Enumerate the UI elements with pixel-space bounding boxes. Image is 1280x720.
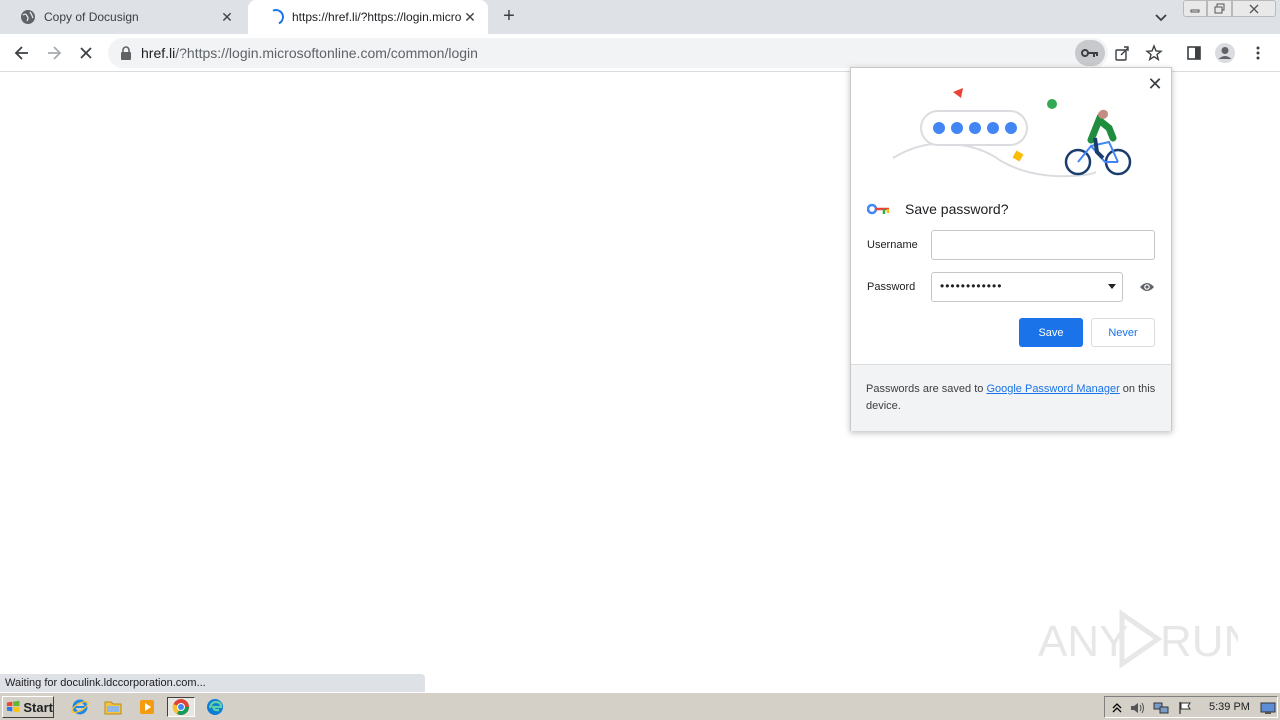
minimize-button[interactable] <box>1183 0 1207 17</box>
username-label: Username <box>867 239 918 251</box>
url-path: /?https://login.microsoftonline.com/comm… <box>175 45 478 61</box>
watermark-text-left: ANY <box>1038 617 1128 666</box>
password-illustration <box>892 88 1132 178</box>
password-value: •••••••••••• <box>940 279 1003 293</box>
never-button[interactable]: Never <box>1091 318 1155 347</box>
start-label: Start <box>23 699 53 715</box>
url-text[interactable]: href.li/?https://login.microsoftonline.c… <box>141 45 478 61</box>
save-password-dialog: ✕ Save password? Username Password •••••… <box>850 67 1172 431</box>
share-icon <box>1115 46 1129 61</box>
loading-spinner-icon <box>265 6 287 28</box>
google-password-manager-link[interactable]: Google Password Manager <box>986 383 1119 395</box>
minimize-icon <box>1190 9 1200 12</box>
internet-explorer-icon <box>71 699 89 715</box>
speaker-icon <box>1131 702 1144 714</box>
side-panel-button[interactable] <box>1182 41 1206 65</box>
close-window-button[interactable] <box>1232 0 1276 17</box>
dialog-close-icon[interactable]: ✕ <box>1147 74 1163 94</box>
profile-avatar-icon <box>1215 43 1235 63</box>
save-button[interactable]: Save <box>1019 318 1083 347</box>
restore-button[interactable] <box>1207 0 1232 17</box>
desktop-icon <box>1260 702 1276 714</box>
new-tab-button[interactable]: + <box>498 6 520 28</box>
kebab-menu-icon <box>1256 46 1260 60</box>
url-host: href.li <box>141 45 176 61</box>
taskbar-ie[interactable] <box>69 697 91 717</box>
back-arrow-icon <box>14 46 28 60</box>
taskbar-explorer[interactable] <box>102 697 124 717</box>
star-icon <box>1145 44 1163 62</box>
taskbar-media-player[interactable] <box>136 697 158 717</box>
password-key-button[interactable] <box>1075 40 1105 66</box>
tab-close-icon[interactable]: ✕ <box>462 9 478 25</box>
key-icon <box>1081 49 1098 57</box>
show-hidden-icons-button[interactable] <box>1109 700 1125 716</box>
dialog-footer: Passwords are saved to Google Password M… <box>851 364 1171 431</box>
stop-button[interactable] <box>74 41 98 65</box>
system-tray: 5:39 PM <box>1104 696 1278 718</box>
password-field[interactable]: •••••••••••• <box>931 272 1123 302</box>
stop-x-icon <box>80 47 92 59</box>
eye-icon[interactable] <box>1139 281 1155 293</box>
network-icon <box>1153 702 1169 714</box>
forward-button[interactable] <box>42 41 66 65</box>
volume-button[interactable] <box>1129 700 1145 716</box>
menu-button[interactable] <box>1246 41 1270 65</box>
anyrun-watermark-logo: ANY RUN <box>1038 609 1238 669</box>
restore-icon <box>1214 3 1224 14</box>
dialog-header: Save password? <box>867 201 1009 217</box>
windows-taskbar: Start 5:39 PM <box>0 692 1280 720</box>
show-desktop-button[interactable] <box>1260 700 1276 716</box>
chrome-icon <box>172 699 189 715</box>
google-key-icon <box>867 203 890 215</box>
back-button[interactable] <box>10 41 34 65</box>
folder-icon <box>104 701 122 715</box>
username-field[interactable] <box>931 230 1155 260</box>
media-player-icon <box>140 700 154 714</box>
share-button[interactable] <box>1112 43 1132 63</box>
tab-copy-of-docusign[interactable]: Copy of Docusign ✕ <box>0 0 245 34</box>
bookmark-button[interactable] <box>1144 43 1164 63</box>
status-bar: Waiting for doculink.ldccorporation.com.… <box>0 674 425 692</box>
tab-close-icon[interactable]: ✕ <box>219 9 235 25</box>
footer-text-prefix: Passwords are saved to <box>866 383 987 395</box>
watermark-text-right: RUN <box>1160 617 1238 666</box>
forward-arrow-icon <box>48 46 62 60</box>
taskbar-chrome[interactable] <box>167 697 195 717</box>
address-bar[interactable]: href.li/?https://login.microsoftonline.c… <box>108 38 1163 68</box>
action-center-button[interactable] <box>1177 700 1193 716</box>
tab-title: https://href.li/?https://login.microsoft… <box>292 10 462 24</box>
profile-button[interactable] <box>1213 41 1237 65</box>
side-panel-icon <box>1187 46 1201 60</box>
globe-icon <box>21 10 35 24</box>
flag-icon <box>1179 702 1191 714</box>
dialog-title: Save password? <box>905 201 1009 217</box>
tab-search-chevron-icon[interactable] <box>1152 8 1170 26</box>
arrow-up-icon <box>1112 703 1122 713</box>
chevron-down-icon[interactable] <box>1108 284 1116 289</box>
network-button[interactable] <box>1153 700 1169 716</box>
clock[interactable]: 5:39 PM <box>1209 701 1250 713</box>
tab-title: Copy of Docusign <box>44 10 139 24</box>
windows-logo-icon <box>6 700 20 713</box>
password-label: Password <box>867 281 916 293</box>
tab-strip: Copy of Docusign ✕ https://href.li/?http… <box>0 0 1280 34</box>
edge-icon <box>207 699 223 715</box>
tab-href-li[interactable]: https://href.li/?https://login.microsoft… <box>248 0 488 34</box>
taskbar-edge[interactable] <box>204 697 226 717</box>
start-button[interactable]: Start <box>2 696 54 718</box>
close-icon <box>1249 4 1259 13</box>
lock-icon[interactable] <box>120 46 132 60</box>
